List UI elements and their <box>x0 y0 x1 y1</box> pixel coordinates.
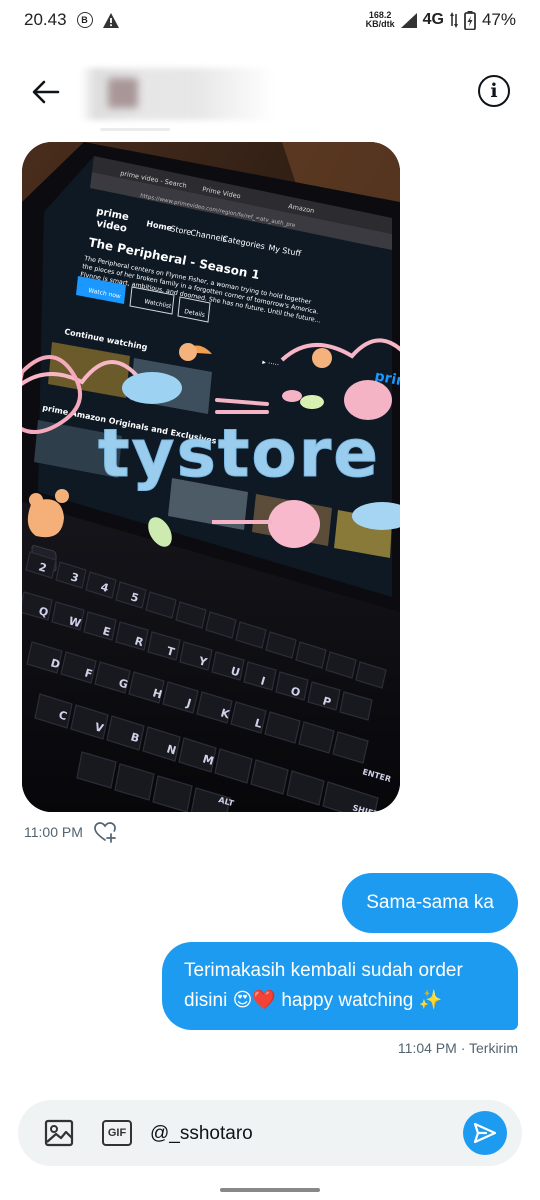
gif-label: GIF <box>107 1127 127 1139</box>
image-icon[interactable] <box>44 1118 74 1148</box>
speed-unit: KB/dtk <box>365 19 395 29</box>
received-message-meta: 11:00 PM <box>24 820 117 844</box>
meta-separator: · <box>460 1040 466 1056</box>
sent-message-text-line2: disini 😍❤️ happy watching ✨ <box>184 990 443 1011</box>
status-bar: 20.43 B 168.2 KB/dtk 4G 47% <box>0 0 540 40</box>
sent-message-text-line1: Terimakasih kembali sudah order <box>184 960 463 981</box>
signal-icon <box>400 12 417 28</box>
gif-button[interactable]: GIF <box>102 1120 132 1146</box>
dm-conversation-screen: 20.43 B 168.2 KB/dtk 4G 47% i 2 3 4 5 Q … <box>0 0 540 1200</box>
watermark-text: tystore <box>98 415 380 492</box>
warning-icon <box>102 12 119 28</box>
sent-message-bubble[interactable]: Sama-sama ka <box>342 873 518 933</box>
battery-percent: 47% <box>481 10 516 29</box>
previous-message-edge <box>100 128 170 131</box>
send-button[interactable] <box>463 1111 507 1155</box>
sent-message-meta: 11:04 PM · Terkirim <box>398 1040 518 1056</box>
status-right: 168.2 KB/dtk 4G 47% <box>366 10 516 30</box>
message-composer: GIF <box>18 1100 522 1166</box>
send-icon <box>473 1122 497 1144</box>
back-arrow-icon[interactable] <box>30 76 62 108</box>
sent-status: Terkirim <box>469 1040 518 1056</box>
status-left: 20.43 B <box>24 10 119 30</box>
conversation-header: i <box>0 60 540 124</box>
received-photo-message[interactable]: 2 3 4 5 Q W E R T Y U I O P D F G H J K <box>22 142 400 812</box>
sent-time: 11:04 PM <box>397 1040 457 1056</box>
network-type: 4G <box>422 11 444 28</box>
notification-b-icon: B <box>76 12 93 28</box>
network-speed: 168.2 KB/dtk <box>366 11 395 29</box>
sent-message-bubble[interactable]: Terimakasih kembali sudah order disini 😍… <box>162 942 518 1030</box>
laptop-photo: 2 3 4 5 Q W E R T Y U I O P D F G H J K <box>22 142 400 812</box>
info-icon[interactable]: i <box>478 75 510 107</box>
home-indicator[interactable] <box>220 1188 320 1192</box>
contact-name-redacted[interactable] <box>80 68 275 120</box>
sent-message-text: Sama-sama ka <box>366 892 494 913</box>
battery-charging-icon <box>464 10 476 30</box>
data-transfer-icon <box>449 12 458 28</box>
heart-plus-icon[interactable] <box>93 820 117 844</box>
received-time: 11:00 PM <box>24 824 83 840</box>
status-time: 20.43 <box>24 10 67 29</box>
message-input[interactable] <box>150 1119 450 1149</box>
